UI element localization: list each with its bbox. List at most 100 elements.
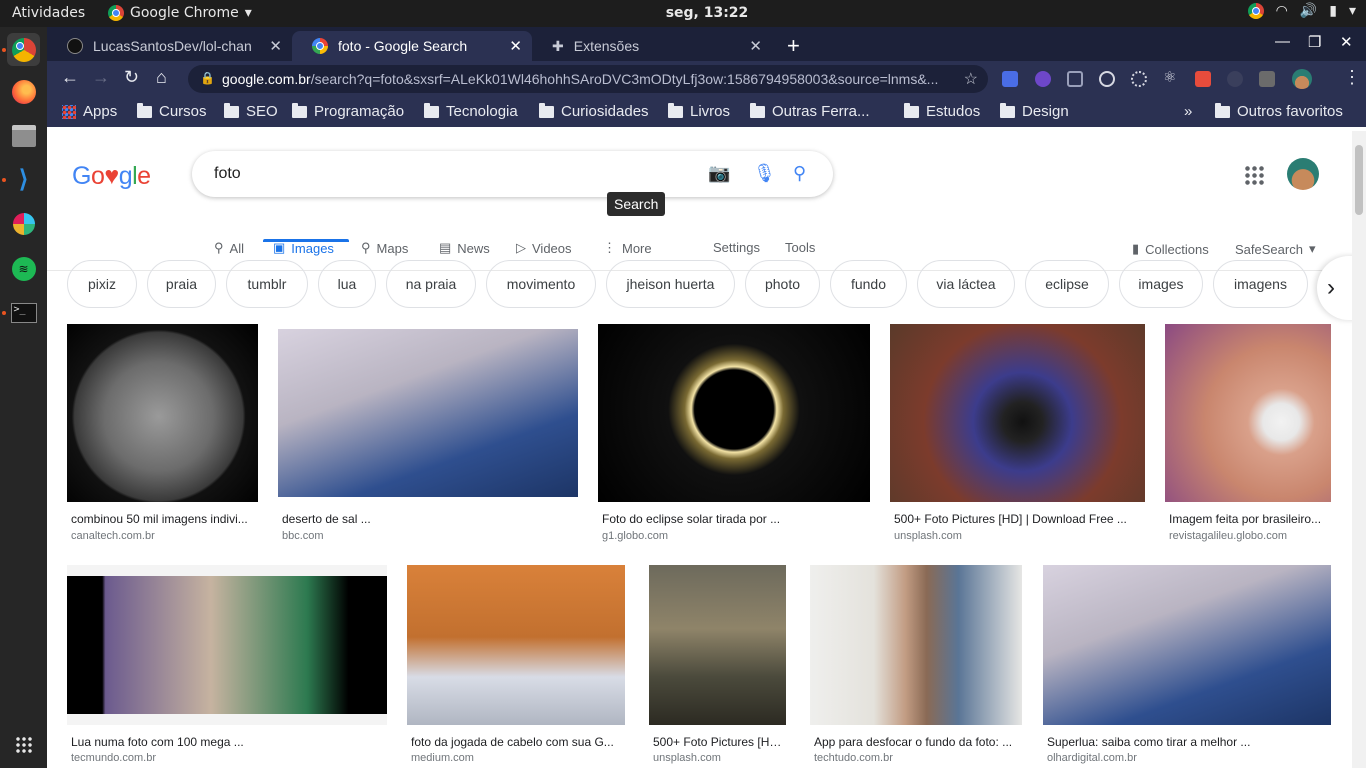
bookmark-folder[interactable]: SEO	[224, 102, 278, 120]
extension-icon[interactable]	[1259, 71, 1275, 87]
chip[interactable]: pixiz	[67, 260, 137, 308]
address-bar[interactable]: 🔒 google.com.br /search?q=foto&sxsrf=ALe…	[188, 65, 988, 93]
result-thumbnail[interactable]	[1043, 565, 1331, 725]
volume-icon[interactable]: 🔊	[1300, 3, 1317, 19]
chip[interactable]: lua	[318, 260, 376, 308]
result-caption[interactable]: combinou 50 mil imagens indivi...	[71, 512, 258, 526]
bookmark-star-icon[interactable]: ☆	[964, 69, 978, 89]
dock-vscode[interactable]: ⟩	[7, 163, 40, 196]
forward-button[interactable]: →	[92, 67, 110, 88]
extension-icon[interactable]	[1067, 71, 1083, 87]
result-caption[interactable]: 500+ Foto Pictures [HD...	[653, 735, 786, 749]
bookmark-folder[interactable]: Tecnologia	[424, 102, 518, 120]
maximize-button[interactable]: ❐	[1308, 33, 1321, 51]
result-caption[interactable]: foto da jogada de cabelo com sua G...	[411, 735, 625, 749]
translate-extension-icon[interactable]	[1002, 71, 1018, 87]
search-box[interactable]: foto 📷 🎙 ⚲	[192, 151, 833, 197]
result-thumbnail[interactable]	[1165, 324, 1331, 502]
tab-videos[interactable]: ▷ Videos	[516, 240, 572, 256]
extension-icon[interactable]	[1227, 71, 1243, 87]
result-thumbnail[interactable]	[278, 329, 578, 497]
chip[interactable]: jheison huerta	[606, 260, 735, 308]
chip[interactable]: eclipse	[1025, 260, 1109, 308]
camera-icon[interactable]: 📷	[708, 163, 730, 184]
tab-settings[interactable]: Settings	[713, 240, 760, 255]
extension-icon[interactable]	[1131, 71, 1147, 87]
chevron-down-icon[interactable]: ▾	[1349, 3, 1356, 19]
search-input[interactable]: foto	[214, 165, 241, 183]
tab-extensions[interactable]: ✚ Extensões ✕	[532, 31, 772, 61]
chip[interactable]: fundo	[830, 260, 907, 308]
chip[interactable]: via láctea	[917, 260, 1015, 308]
search-icon[interactable]: ⚲	[793, 163, 806, 184]
close-tab-icon[interactable]: ✕	[269, 37, 282, 55]
bookmark-folder[interactable]: Livros	[668, 102, 730, 120]
result-caption[interactable]: Imagem feita por brasileiro...	[1169, 512, 1331, 526]
image-result[interactable]: 500+ Foto Pictures [HD... unsplash.com	[649, 565, 786, 765]
tab-all[interactable]: ⚲ All	[214, 240, 244, 256]
tab-images[interactable]: ▣ Images	[273, 240, 334, 256]
wifi-icon[interactable]: ◠	[1276, 3, 1288, 19]
dock-chrome[interactable]	[7, 33, 40, 66]
other-bookmarks[interactable]: Outros favoritos	[1215, 102, 1343, 120]
bookmark-folder[interactable]: Programação	[292, 102, 404, 120]
chip[interactable]: imagens	[1213, 260, 1308, 308]
battery-icon[interactable]: ▮	[1329, 3, 1337, 19]
tab-google-search[interactable]: foto - Google Search ✕	[292, 31, 532, 61]
account-avatar[interactable]	[1287, 158, 1319, 190]
result-caption[interactable]: Foto do eclipse solar tirada por ...	[602, 512, 870, 526]
scrollbar-thumb[interactable]	[1355, 145, 1363, 215]
image-result[interactable]: Superlua: saiba como tirar a melhor ... …	[1043, 565, 1331, 765]
result-thumbnail[interactable]	[810, 565, 1022, 725]
bookmark-folder[interactable]: Cursos	[137, 102, 207, 120]
safesearch-dropdown[interactable]: SafeSearch ▾	[1235, 241, 1315, 257]
chip[interactable]: tumblr	[226, 260, 308, 308]
result-caption[interactable]: Lua numa foto com 100 mega ...	[71, 735, 387, 749]
tab-tools[interactable]: Tools	[785, 240, 815, 255]
chrome-tray-icon[interactable]	[1247, 3, 1264, 19]
dock-slack[interactable]	[7, 207, 40, 240]
image-result[interactable]: App para desfocar o fundo da foto: ... t…	[810, 565, 1022, 765]
extension-icon[interactable]	[1099, 71, 1115, 87]
profile-avatar[interactable]	[1292, 69, 1312, 89]
extension-icon[interactable]	[1035, 71, 1051, 87]
dock-firefox[interactable]	[7, 75, 40, 108]
page-scrollbar[interactable]	[1352, 131, 1366, 768]
image-result[interactable]: Lua numa foto com 100 mega ... tecmundo.…	[67, 565, 387, 765]
result-thumbnail[interactable]	[649, 565, 786, 725]
reload-button[interactable]: ↻	[124, 67, 139, 88]
result-caption[interactable]: 500+ Foto Pictures [HD] | Download Free …	[894, 512, 1145, 526]
bookmark-apps[interactable]: Apps	[62, 103, 117, 120]
minimize-button[interactable]: —	[1275, 33, 1290, 50]
tab-more[interactable]: ⋮ More	[603, 240, 652, 256]
result-thumbnail[interactable]	[598, 324, 870, 502]
image-result[interactable]: Foto do eclipse solar tirada por ... g1.…	[598, 324, 870, 544]
close-tab-icon[interactable]: ✕	[749, 37, 762, 55]
clock[interactable]: seg, 13:22	[0, 5, 1366, 21]
react-devtools-icon[interactable]: ⚛	[1163, 68, 1179, 86]
dock-terminal[interactable]: >_	[7, 296, 40, 329]
result-caption[interactable]: deserto de sal ...	[282, 512, 578, 526]
close-tab-icon[interactable]: ✕	[509, 37, 522, 55]
dock-files[interactable]	[7, 119, 40, 152]
result-caption[interactable]: Superlua: saiba como tirar a melhor ...	[1047, 735, 1331, 749]
tab-news[interactable]: ▤ News	[439, 240, 490, 256]
show-applications-button[interactable]	[7, 728, 40, 761]
close-window-button[interactable]: ✕	[1340, 33, 1353, 51]
dock-spotify[interactable]: ≋	[7, 252, 40, 285]
system-tray[interactable]: ◠ 🔊 ▮ ▾	[1247, 3, 1356, 19]
extension-icon[interactable]	[1195, 71, 1211, 87]
image-result[interactable]: combinou 50 mil imagens indivi... canalt…	[67, 324, 258, 544]
collections-link[interactable]: ▮ Collections	[1132, 241, 1209, 257]
tab-github[interactable]: LucasSantosDev/lol-chan ✕	[47, 31, 292, 61]
chip[interactable]: praia	[147, 260, 216, 308]
image-result[interactable]: 500+ Foto Pictures [HD] | Download Free …	[890, 324, 1145, 544]
result-thumbnail[interactable]	[890, 324, 1145, 502]
chip[interactable]: images	[1119, 260, 1203, 308]
bookmark-folder[interactable]: Curiosidades	[539, 102, 649, 120]
chip[interactable]: photo	[745, 260, 820, 308]
chip[interactable]: na praia	[386, 260, 476, 308]
bookmark-folder[interactable]: Outras Ferra...	[750, 102, 870, 120]
result-caption[interactable]: App para desfocar o fundo da foto: ...	[814, 735, 1022, 749]
result-thumbnail[interactable]	[67, 324, 258, 502]
